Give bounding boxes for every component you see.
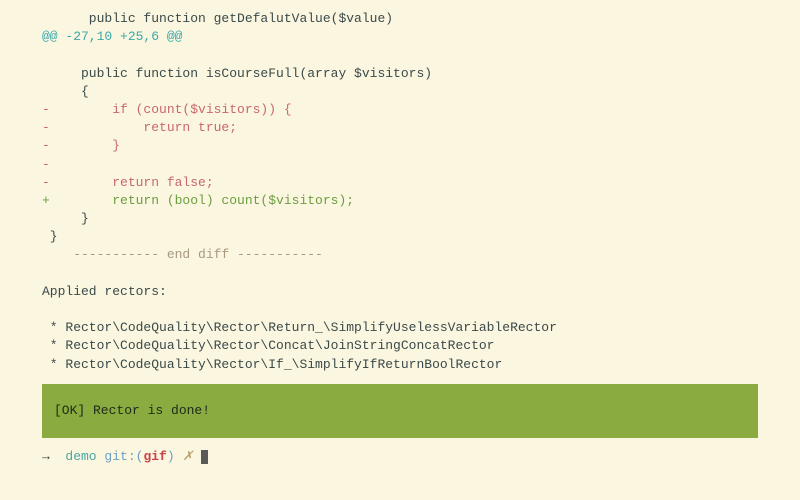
applied-heading: Applied rectors: [42,283,800,301]
diff-removed-line: - } [42,137,800,155]
blank-line [42,265,800,283]
prompt-git-close: ) [167,449,183,464]
diff-removed-line: - [42,156,800,174]
diff-context-line: public function getDefalutValue($value) [42,10,800,28]
diff-added-line: + return (bool) count($visitors); [42,192,800,210]
prompt-arrow-icon: → [42,449,65,464]
diff-blank [42,46,800,64]
diff-context-line: public function isCourseFull(array $visi… [42,65,800,83]
ok-banner: [OK] Rector is done! [42,384,758,438]
prompt-dirty-icon: ✗ [182,449,201,464]
diff-removed-line: - return true; [42,119,800,137]
diff-context-line: } [42,228,800,246]
prompt-branch: gif [143,449,166,464]
applied-rector-item: * Rector\CodeQuality\Rector\If_\Simplify… [42,356,800,374]
applied-rector-item: * Rector\CodeQuality\Rector\Concat\JoinS… [42,337,800,355]
prompt-directory: demo [65,449,104,464]
diff-hunk-header: @@ -27,10 +25,6 @@ [42,28,800,46]
diff-removed-line: - if (count($visitors)) { [42,101,800,119]
diff-context-line: } [42,210,800,228]
applied-rector-item: * Rector\CodeQuality\Rector\Return_\Simp… [42,319,800,337]
shell-prompt[interactable]: → demo git:(gif) ✗ [42,448,800,466]
cursor-icon [201,450,208,464]
diff-removed-line: - return false; [42,174,800,192]
diff-context-line: { [42,83,800,101]
blank-line [42,301,800,319]
prompt-git-label: git:( [104,449,143,464]
diff-end-marker: ----------- end diff ----------- [42,246,800,264]
